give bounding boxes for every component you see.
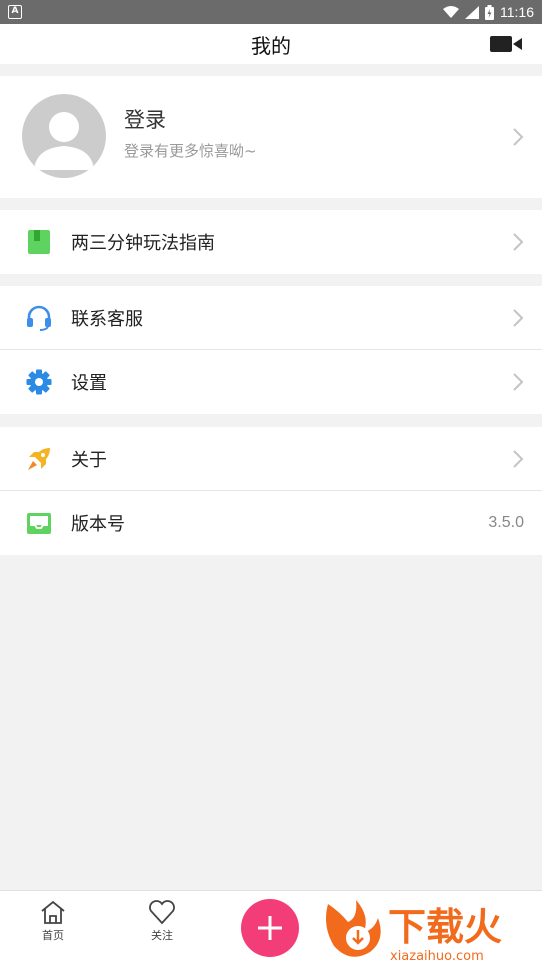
avatar[interactable] <box>22 94 106 178</box>
menu-item-about[interactable]: 关于 <box>0 427 542 491</box>
menu-item-guide[interactable]: 两三分钟玩法指南 <box>0 210 542 274</box>
plus-icon <box>258 916 282 940</box>
menu-item-label: 版本号 <box>71 514 125 535</box>
tab-follow-label: 关注 <box>151 929 173 942</box>
menu-item-settings[interactable]: 设置 <box>0 350 542 414</box>
user-icon <box>34 112 94 170</box>
status-time: 11:16 <box>500 4 534 20</box>
notification-icon: A <box>8 5 22 19</box>
gear-icon <box>26 369 52 395</box>
chevron-right-icon <box>513 309 524 327</box>
menu-item-label: 关于 <box>71 449 107 471</box>
watermark-text: 下载火 <box>388 905 502 949</box>
menu-group-about: 关于 版本号 3.5.0 <box>0 427 542 555</box>
menu-item-label: 设置 <box>71 373 107 394</box>
rocket-icon <box>28 448 50 470</box>
menu-item-version[interactable]: 版本号 3.5.0 <box>0 491 542 555</box>
menu-item-customer-service[interactable]: 联系客服 <box>0 286 542 350</box>
headset-icon <box>27 305 51 331</box>
chevron-right-icon <box>513 233 524 251</box>
home-icon <box>41 900 65 924</box>
watermark-url: xiazaihuo.com <box>390 949 484 964</box>
profile-card[interactable]: 登录 登录有更多惊喜呦~ <box>0 76 542 198</box>
menu-item-label: 两三分钟玩法指南 <box>71 233 215 254</box>
watermark-logo: 下载火 xiazaihuo.com <box>326 900 502 964</box>
status-bar: A 11:16 <box>0 0 542 24</box>
menu-group-service: 联系客服 设置 <box>0 286 542 414</box>
page-title: 我的 <box>251 33 291 58</box>
add-button[interactable] <box>241 899 299 957</box>
tab-follow[interactable]: 关注 <box>132 899 192 943</box>
inbox-icon <box>27 513 51 534</box>
book-icon <box>28 230 50 254</box>
chevron-right-icon <box>513 373 524 391</box>
title-bar: 我的 <box>0 24 542 64</box>
tab-home[interactable]: 首页 <box>23 899 83 943</box>
wifi-icon <box>443 5 459 18</box>
menu-item-label: 联系客服 <box>71 308 143 330</box>
battery-icon <box>485 4 494 20</box>
version-value: 3.5.0 <box>488 514 524 531</box>
login-title: 登录 <box>124 108 166 132</box>
login-subtitle: 登录有更多惊喜呦~ <box>124 142 257 160</box>
heart-icon <box>149 900 175 925</box>
chevron-right-icon <box>513 450 524 468</box>
menu-group-guide: 两三分钟玩法指南 <box>0 210 542 274</box>
video-camera-icon[interactable] <box>490 35 522 53</box>
chevron-right-icon <box>513 128 524 146</box>
signal-icon <box>465 5 479 19</box>
tab-home-label: 首页 <box>42 929 64 942</box>
